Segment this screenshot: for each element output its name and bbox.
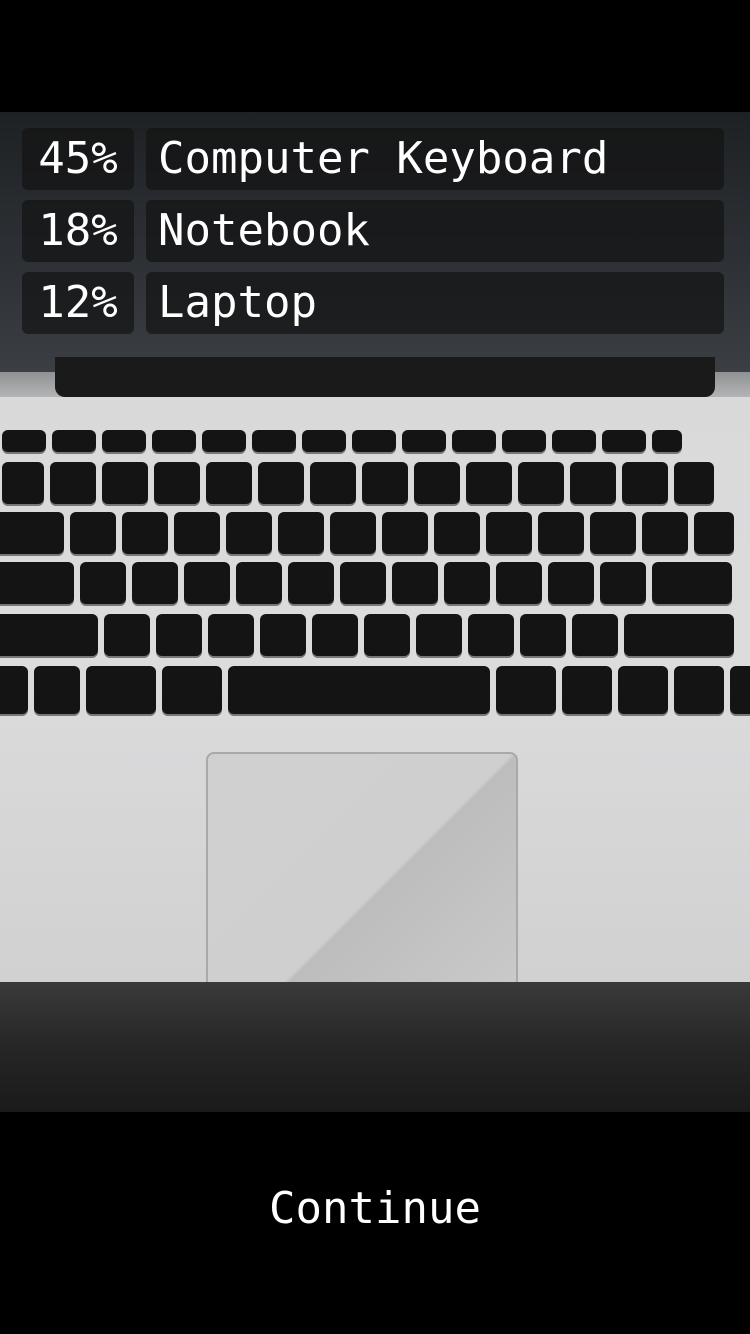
prediction-percent: 18% [22, 200, 134, 262]
prediction-row: 12% Laptop [22, 272, 724, 334]
predictions-list: 45% Computer Keyboard 18% Notebook 12% L… [22, 128, 724, 344]
prediction-label: Notebook [146, 200, 724, 262]
continue-button[interactable]: Continue [225, 1168, 525, 1248]
screen: 45% Computer Keyboard 18% Notebook 12% L… [0, 0, 750, 1334]
laptop-hinge [55, 357, 715, 397]
prediction-percent: 45% [22, 128, 134, 190]
lap-area [0, 982, 750, 1112]
prediction-label: Computer Keyboard [146, 128, 724, 190]
prediction-label: Laptop [146, 272, 724, 334]
prediction-percent: 12% [22, 272, 134, 334]
keyboard-image [0, 430, 750, 730]
prediction-row: 45% Computer Keyboard [22, 128, 724, 190]
top-bar [0, 0, 750, 112]
prediction-row: 18% Notebook [22, 200, 724, 262]
trackpad-image [206, 752, 518, 1000]
